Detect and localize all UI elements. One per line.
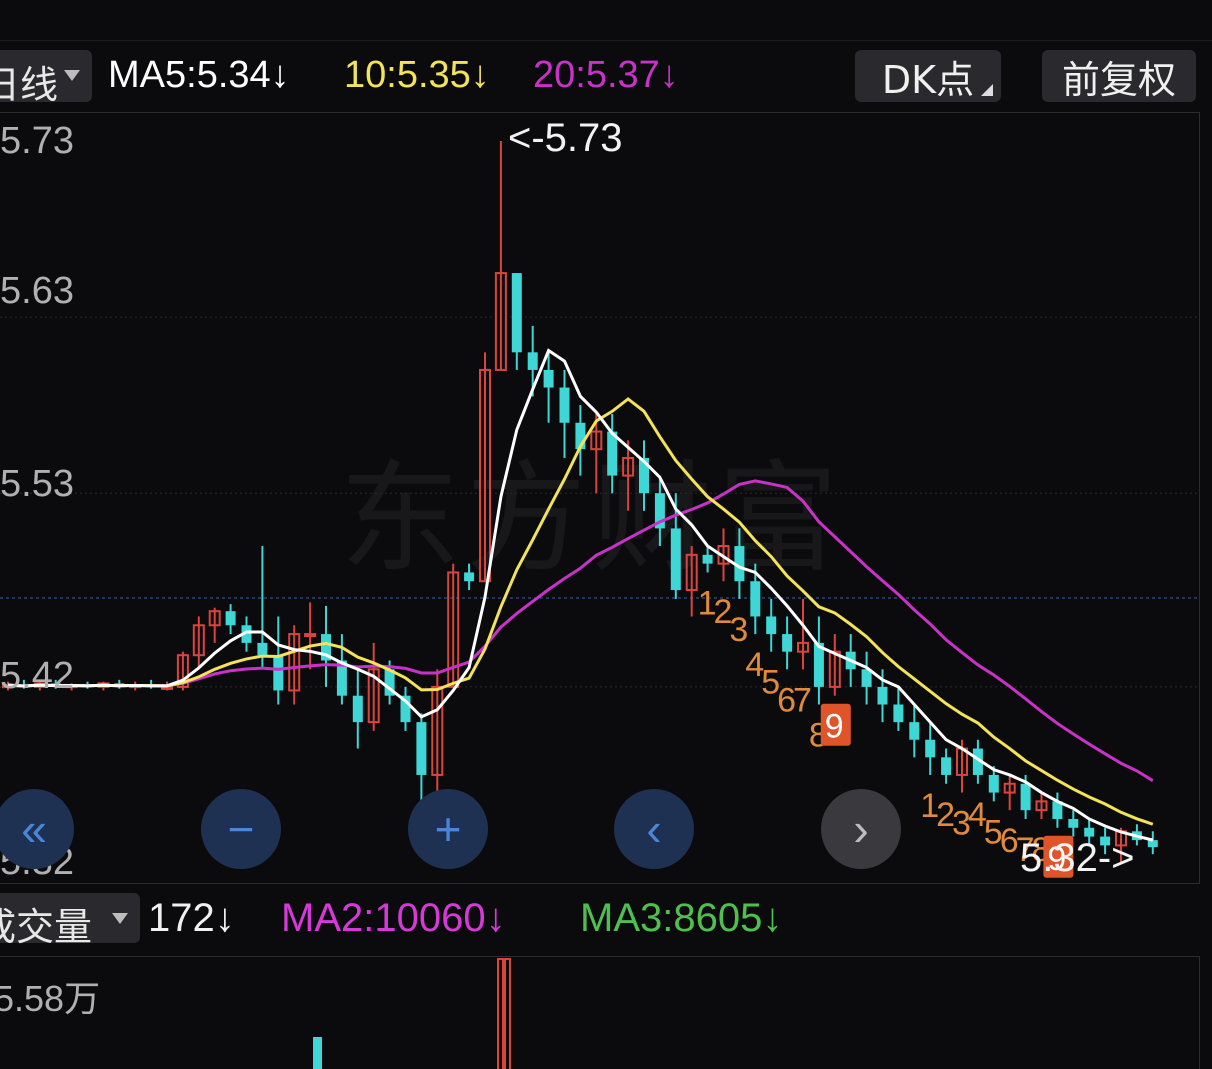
volume-value: 172↓ — [148, 896, 235, 940]
candle-body — [750, 581, 761, 617]
td-marker: 9 — [825, 708, 844, 746]
dk-point-button[interactable]: DK点 — [855, 50, 1001, 102]
candle-body — [925, 739, 936, 758]
candle-body — [559, 387, 570, 423]
candle-body — [877, 686, 888, 705]
td-marker: 3 — [729, 611, 748, 649]
zoom-in-button[interactable]: + — [408, 789, 488, 869]
forward-button[interactable]: › — [821, 789, 901, 869]
y-label-2: 5.63 — [0, 270, 74, 312]
candle-body — [225, 611, 236, 626]
candle-body — [464, 572, 475, 582]
candle-body — [909, 722, 920, 740]
chevron-down-icon — [64, 70, 80, 81]
candle-body — [766, 616, 777, 635]
candlestick-svg: 123456789123456789 — [0, 141, 1199, 878]
candle-body — [988, 774, 999, 793]
volume-chart[interactable] — [0, 956, 1200, 1069]
y-label-3: 5.53 — [0, 463, 74, 505]
ma10-legend: 10:5.35↓ — [344, 54, 490, 96]
minus-icon: − — [227, 803, 255, 855]
chevron-right-icon: › — [853, 803, 869, 855]
y-label-top: 5.73 — [0, 120, 74, 162]
candle-body — [273, 655, 284, 691]
candle-body — [543, 369, 554, 388]
candle-body — [257, 642, 268, 656]
volume-ma2: MA2:10060↓ — [281, 896, 506, 940]
candle-body — [527, 352, 538, 370]
adjust-mode-button[interactable]: 前复权 — [1042, 50, 1196, 102]
candle-body — [1147, 840, 1158, 848]
zoom-out-button[interactable]: − — [201, 789, 281, 869]
price-chart[interactable]: 东方财富 123456789123456789 — [0, 112, 1200, 884]
volume-ma3: MA3:8605↓ — [580, 896, 783, 940]
candle-body — [670, 528, 681, 591]
candle-body — [511, 273, 522, 353]
candle-body — [893, 704, 904, 723]
candle-body — [941, 757, 952, 775]
period-selector-label: 日线 — [0, 63, 59, 107]
candle-body — [702, 554, 713, 564]
volume-bar-down — [313, 1037, 322, 1069]
candle-body — [1068, 818, 1079, 828]
low-price-annotation: 5.32-> — [1020, 836, 1135, 880]
plus-icon: + — [434, 803, 462, 855]
volume-bar-peak-2 — [504, 958, 511, 1069]
candle-body — [1020, 783, 1031, 811]
td-marker: 7 — [793, 681, 812, 719]
ma20-line — [7, 479, 1154, 782]
ma5-legend: MA5:5.34↓ — [108, 54, 290, 96]
candle-body — [352, 695, 363, 723]
adjust-mode-label: 前复权 — [1061, 57, 1176, 102]
candle-body — [416, 722, 427, 775]
chevron-down-icon — [112, 913, 128, 924]
high-price-annotation: <-5.73 — [508, 116, 623, 160]
volume-bar-peak-1 — [497, 958, 504, 1069]
volume-y-label: 5.58万 — [0, 978, 101, 1019]
volume-selector-label: 成交量 — [0, 905, 93, 949]
candle-body — [782, 634, 793, 652]
double-chevron-left-icon: « — [21, 803, 47, 855]
top-toolbar — [0, 0, 1212, 41]
y-label-4: 5.42 — [0, 655, 74, 697]
dk-point-label: DK点 — [881, 57, 975, 102]
back-button[interactable]: ‹ — [614, 789, 694, 869]
candle-body — [304, 633, 317, 638]
volume-svg — [313, 958, 511, 1069]
chevron-left-icon: ‹ — [646, 803, 662, 855]
ma20-legend: 20:5.37↓ — [533, 54, 679, 96]
corner-triangle-icon — [981, 84, 993, 96]
